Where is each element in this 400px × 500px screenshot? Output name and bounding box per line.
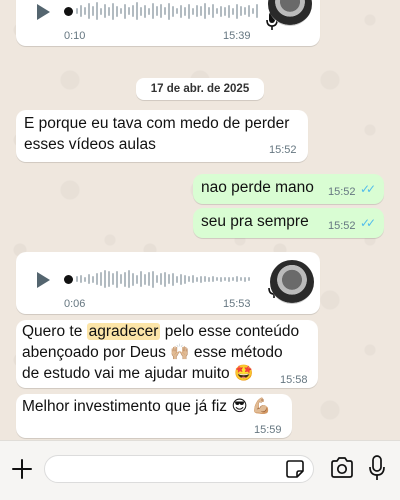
read-ticks-icon: ✓✓ (360, 216, 376, 230)
incoming-message-bubble[interactable]: Quero te agradecer pelo esse conteúdo ab… (16, 320, 318, 388)
star-eyes-emoji: 🤩 (233, 365, 254, 382)
read-ticks-icon: ✓✓ (360, 182, 376, 196)
camera-icon[interactable] (330, 457, 354, 479)
message-time: 15:59 (254, 424, 282, 436)
message-text-part: Quero te (22, 323, 87, 340)
message-text: seu pra sempre (201, 213, 309, 230)
plus-icon[interactable] (10, 457, 34, 481)
message-text-part: abençoado por Deus (22, 344, 171, 361)
message-time: 15:58 (280, 374, 308, 386)
message-input[interactable] (44, 455, 314, 483)
voice-duration: 0:06 (64, 298, 86, 310)
message-time: 15:52 (328, 186, 356, 198)
message-text-line: Quero te agradecer pelo esse conteúdo (22, 321, 299, 343)
message-text-line: abençoado por Deus 🙌🏼 esse método (22, 342, 283, 364)
message-text-line: Melhor investimento que já fiz 😎 💪🏼 (22, 396, 271, 418)
message-time: 15:52 (328, 220, 356, 232)
message-time: 15:52 (269, 144, 297, 156)
incoming-message-bubble[interactable]: E porque eu tava com medo de perder esse… (16, 110, 308, 162)
voice-message-bubble: 0:06 15:53 (16, 252, 320, 314)
outgoing-message-bubble[interactable]: nao perde mano 15:52 ✓✓ (193, 174, 384, 204)
sticker-icon[interactable] (286, 460, 304, 478)
flexed-biceps-emoji: 💪🏼 (251, 398, 272, 415)
message-text-line: de estudo vai me ajudar muito 🤩 (22, 363, 253, 385)
play-icon[interactable] (37, 272, 50, 288)
playback-position-dot[interactable] (64, 275, 73, 284)
message-time: 15:53 (223, 298, 251, 310)
message-text: nao perde mano (201, 179, 314, 196)
pray-emoji: 🙌🏼 (170, 344, 190, 361)
message-text-line: E porque eu tava com medo de perder (24, 115, 290, 132)
message-text-part: Melhor investimento que já fiz (22, 398, 232, 415)
voice-message-bubble: 0:10 15:39 (16, 0, 320, 46)
date-separator: 17 de abr. de 2025 (136, 78, 264, 100)
message-time: 15:39 (223, 30, 251, 42)
play-icon[interactable] (37, 4, 50, 20)
message-text-part: de estudo vai me ajudar muito (22, 365, 234, 382)
message-text-part: esse método (189, 344, 283, 361)
avatar[interactable] (270, 260, 314, 304)
voice-duration: 0:10 (64, 30, 86, 42)
highlighted-word: agradecer (86, 323, 161, 340)
sunglasses-emoji: 😎 (231, 398, 248, 415)
mic-icon[interactable] (368, 455, 386, 481)
voice-waveform[interactable] (76, 268, 250, 290)
voice-waveform[interactable] (76, 0, 258, 22)
incoming-message-bubble[interactable]: Melhor investimento que já fiz 😎 💪🏼 15:5… (16, 394, 292, 438)
message-text-line: esses vídeos aulas (24, 136, 156, 153)
message-text-part: pelo esse conteúdo (160, 323, 300, 340)
outgoing-message-bubble[interactable]: seu pra sempre 15:52 ✓✓ (193, 208, 384, 238)
playback-position-dot[interactable] (64, 7, 73, 16)
